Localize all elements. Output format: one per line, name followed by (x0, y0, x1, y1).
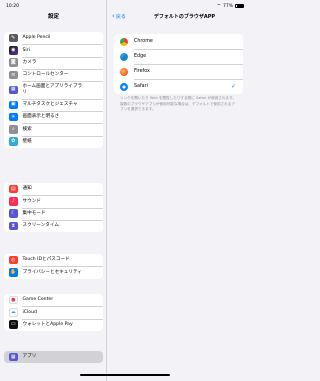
browser-label: Chrome (134, 39, 153, 44)
battery-percent: 77% (222, 3, 233, 9)
sidebar-item-siri[interactable]: ◉ Siri (4, 44, 103, 56)
browser-label: Safari (134, 84, 148, 89)
sidebar-item-label: 壁紙 (22, 138, 32, 144)
home-screen-icon: ▦ (9, 85, 18, 95)
edge-icon (120, 52, 128, 61)
sidebar-item-icloud[interactable]: ☁ iCloud (4, 306, 103, 318)
privacy-icon: ✋ (9, 268, 18, 277)
sidebar-item-label: サウンド (22, 198, 41, 204)
sidebar-item-label: Game Center (22, 297, 54, 303)
safari-icon (120, 82, 128, 91)
siri-icon: ◉ (9, 46, 18, 55)
sidebar-item-wallpaper[interactable]: ✿ 壁紙 (4, 135, 103, 148)
sidebar-item-notifications[interactable]: ▤ 通知 (4, 183, 103, 195)
sidebar-item-multitasking[interactable]: ▣ マルチタスクとジェスチャ (4, 98, 103, 111)
sidebar-item-apple-pencil[interactable]: ✎ Apple Pencil (4, 32, 103, 44)
sidebar-item-focus[interactable]: ☾ 集中モード (4, 207, 103, 220)
browser-label: Firefox (134, 69, 150, 74)
camera-icon: ◙ (9, 58, 18, 67)
browser-list: Chrome Edge Firefox Safari ✓ (114, 34, 243, 94)
sidebar-item-search[interactable]: ⌕ 検索 (4, 123, 103, 135)
sidebar-item-camera[interactable]: ◙ カメラ (4, 56, 103, 69)
wallet-icon: ▭ (9, 320, 18, 329)
sidebar-group-security: ◎ Touch IDとパスコード ✋ プライバシーとセキュリティ (4, 254, 103, 279)
sidebar-item-control-center[interactable]: ≡ コントロールセンター (4, 68, 103, 81)
sidebar-item-touch-id[interactable]: ◎ Touch IDとパスコード (4, 254, 103, 266)
checkmark-icon: ✓ (230, 83, 236, 90)
battery-icon (235, 3, 244, 9)
notifications-icon: ▤ (9, 184, 18, 194)
sidebar-group-general: ✎ Apple Pencil ◉ Siri ◙ カメラ ≡ コントロールセンター… (4, 32, 103, 148)
sidebar-item-game-center[interactable]: ● Game Center (4, 294, 103, 306)
status-icons: ⌔ 77% (217, 3, 244, 9)
sidebar-item-sound[interactable]: ♪ サウンド (4, 195, 103, 207)
multitask-icon: ▣ (9, 100, 18, 110)
pencil-icon: ✎ (9, 33, 18, 43)
control-center-icon: ≡ (9, 70, 18, 80)
brightness-icon: ☀ (9, 112, 18, 122)
sidebar-item-label: 通知 (22, 186, 32, 192)
sidebar-item-label: カメラ (22, 59, 37, 65)
wallpaper-icon: ✿ (9, 137, 18, 146)
wifi-icon: ⌔ (216, 4, 221, 9)
game-center-icon: ● (9, 295, 18, 305)
browser-option-safari[interactable]: Safari ✓ (114, 79, 243, 94)
browser-option-chrome[interactable]: Chrome (114, 34, 243, 49)
page-title: デフォルトのブラウザAPP (153, 14, 216, 20)
sidebar-item-label: コントロールセンター (22, 72, 69, 78)
sidebar-item-screen-time[interactable]: ⧗ スクリーンタイム (4, 219, 103, 232)
browser-label: Edge (134, 54, 147, 59)
home-indicator[interactable] (80, 374, 170, 376)
sidebar-item-privacy[interactable]: ✋ プライバシーとセキュリティ (4, 266, 103, 278)
clock: 10:20 (6, 3, 19, 9)
settings-sidebar: 設定 ✎ Apple Pencil ◉ Siri ◙ カメラ ≡ コントロールセ… (0, 0, 107, 381)
status-bar: 10:20 ⌔ 77% (0, 0, 250, 12)
default-browser-pane: ‹ 戻る デフォルトのブラウザAPP Chrome Edge Firefox S… (107, 0, 250, 381)
sidebar-item-home-screen[interactable]: ▦ ホーム画面とアプリライブラリ (4, 81, 103, 99)
screen-time-icon: ⧗ (9, 221, 18, 231)
firefox-icon (120, 67, 128, 76)
sidebar-item-label: プライバシーとセキュリティ (22, 269, 82, 275)
focus-icon: ☾ (9, 209, 18, 218)
sidebar-item-label: アプリ (22, 354, 37, 360)
sidebar-item-display[interactable]: ☀ 画面表示と明るさ (4, 110, 103, 123)
icloud-icon: ☁ (9, 308, 18, 317)
touch-id-icon: ◎ (9, 255, 18, 265)
sidebar-item-label: 検索 (22, 126, 32, 132)
chrome-icon (120, 37, 128, 46)
sidebar-item-label: スクリーンタイム (22, 223, 59, 229)
sidebar-item-label: ウォレットとApple Pay (22, 321, 73, 327)
sidebar-item-label: 画面表示と明るさ (22, 114, 60, 120)
sidebar-item-label: ホーム画面とアプリライブラリ (22, 84, 83, 95)
sidebar-item-label: 集中モード (22, 210, 46, 216)
sidebar-item-wallet[interactable]: ▭ ウォレットとApple Pay (4, 318, 103, 331)
sidebar-group-notifications: ▤ 通知 ♪ サウンド ☾ 集中モード ⧗ スクリーンタイム (4, 183, 103, 233)
footnote-text: リンクを開いたり Web を閲覧したりする際に Safari が使用されます。複… (120, 96, 236, 112)
search-icon: ⌕ (9, 125, 18, 134)
sidebar-item-label: マルチタスクとジェスチャ (22, 101, 78, 107)
sidebar-group-accounts: ● Game Center ☁ iCloud ▭ ウォレットとApple Pay (4, 294, 103, 331)
sidebar-item-apps[interactable]: ▦ アプリ (4, 351, 103, 363)
sidebar-title: 設定 (47, 14, 59, 20)
browser-option-edge[interactable]: Edge (114, 49, 243, 64)
sound-icon: ♪ (9, 197, 18, 206)
apps-icon: ▦ (9, 352, 18, 362)
sidebar-group-apps: ▦ アプリ (4, 351, 103, 364)
sidebar-item-label: Apple Pencil (22, 35, 51, 41)
sidebar-item-label: Siri (22, 47, 30, 53)
browser-option-firefox[interactable]: Firefox (114, 64, 243, 79)
sidebar-item-label: iCloud (22, 309, 37, 315)
sidebar-item-label: Touch IDとパスコード (22, 257, 70, 263)
